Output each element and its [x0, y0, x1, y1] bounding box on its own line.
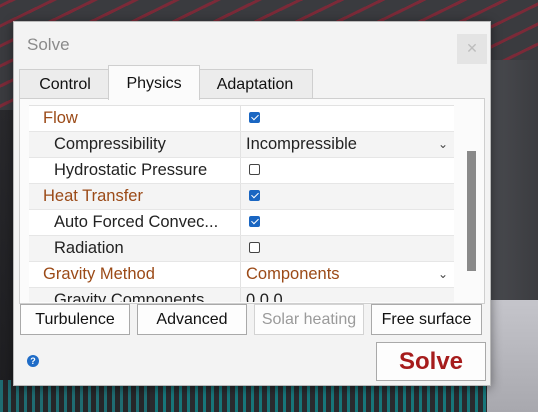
property-label: Flow [29, 106, 241, 131]
property-label: Gravity Method [29, 262, 241, 287]
property-label: Hydrostatic Pressure [29, 158, 241, 183]
tab-bar: Control Physics Adaptation [19, 65, 489, 100]
dropdown-value: Incompressible [246, 135, 357, 153]
property-label: Heat Transfer [29, 184, 241, 209]
solve-button[interactable]: Solve [376, 342, 486, 381]
property-row-radiation[interactable]: Radiation [29, 236, 454, 262]
gravity-method-dropdown[interactable]: Components ⌄ [241, 262, 454, 287]
property-row-auto-forced-convection[interactable]: Auto Forced Convec... [29, 210, 454, 236]
heat-transfer-checkbox[interactable] [249, 190, 260, 201]
property-grid: Flow Compressibility Incompressible ⌄ Hy… [29, 105, 454, 302]
dropdown-value: Components [246, 265, 340, 283]
property-row-hydrostatic-pressure[interactable]: Hydrostatic Pressure [29, 158, 454, 184]
viewport-bottom-mesh-2 [150, 384, 538, 412]
property-grid-scrollbar[interactable] [465, 107, 478, 299]
radiation-checkbox[interactable] [249, 242, 260, 253]
viewport-highlight-face [487, 300, 538, 412]
gravity-components-field[interactable]: 0 0 0 [241, 288, 454, 302]
property-label: Gravity Components [29, 288, 241, 302]
tab-physics[interactable]: Physics [108, 65, 200, 100]
help-icon[interactable]: ? [27, 355, 39, 367]
dialog-titlebar[interactable]: Solve ✕ [14, 22, 490, 68]
turbulence-button[interactable]: Turbulence [20, 304, 130, 335]
advanced-button[interactable]: Advanced [137, 304, 247, 335]
solar-heating-button[interactable]: Solar heating [254, 304, 364, 335]
close-button[interactable]: ✕ [457, 34, 487, 64]
free-surface-button[interactable]: Free surface [371, 304, 482, 335]
compressibility-dropdown[interactable]: Incompressible ⌄ [241, 132, 454, 157]
chevron-down-icon: ⌄ [437, 137, 448, 151]
physics-panel: Flow Compressibility Incompressible ⌄ Hy… [19, 98, 485, 304]
property-row-flow[interactable]: Flow [29, 106, 454, 132]
property-row-gravity-method[interactable]: Gravity Method Components ⌄ [29, 262, 454, 288]
tab-control[interactable]: Control [19, 69, 111, 99]
property-label: Auto Forced Convec... [29, 210, 241, 235]
close-icon: ✕ [466, 40, 478, 56]
flow-checkbox[interactable] [249, 112, 260, 123]
chevron-down-icon: ⌄ [437, 267, 448, 281]
property-row-gravity-components[interactable]: Gravity Components 0 0 0 [29, 288, 454, 302]
hydrostatic-pressure-checkbox[interactable] [249, 164, 260, 175]
auto-forced-convection-checkbox[interactable] [249, 216, 260, 227]
scrollbar-thumb[interactable] [467, 151, 476, 271]
tab-adaptation[interactable]: Adaptation [197, 69, 313, 99]
property-label: Compressibility [29, 132, 241, 157]
dialog-title: Solve [27, 35, 70, 54]
solve-dialog: Solve ✕ Control Physics Adaptation Flow … [13, 21, 491, 386]
property-row-heat-transfer[interactable]: Heat Transfer [29, 184, 454, 210]
property-label: Radiation [29, 236, 241, 261]
property-row-compressibility[interactable]: Compressibility Incompressible ⌄ [29, 132, 454, 158]
